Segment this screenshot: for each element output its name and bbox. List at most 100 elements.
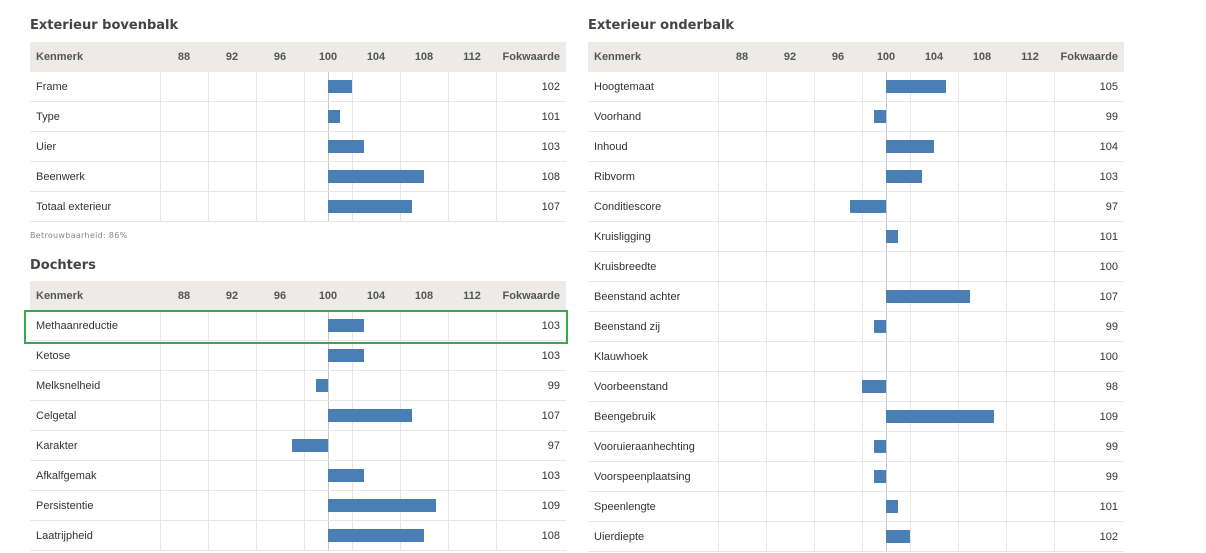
row-label: Voorhand bbox=[594, 111, 642, 123]
row-label: Afkalfgemak bbox=[36, 470, 97, 482]
row-value: 107 bbox=[541, 410, 560, 422]
tick-label: 92 bbox=[225, 290, 239, 302]
bar bbox=[316, 379, 328, 392]
bar bbox=[886, 500, 898, 513]
row-value: 108 bbox=[541, 530, 560, 542]
tick-label: 104 bbox=[366, 51, 386, 63]
table-row: Type 101 bbox=[30, 102, 566, 132]
table-row: Voorbeenstand 98 bbox=[588, 372, 1124, 402]
table-row: Kruisbreedte 100 bbox=[588, 252, 1124, 282]
table-row: Afkalfgemak 103 bbox=[30, 461, 566, 491]
table-row: Voorspeenplaatsing 99 bbox=[588, 462, 1124, 492]
bar bbox=[886, 170, 922, 183]
bar bbox=[874, 320, 886, 333]
row-label: Melksnelheid bbox=[36, 380, 101, 392]
tick-label: 104 bbox=[366, 290, 386, 302]
tick-label: 88 bbox=[177, 290, 191, 302]
table-header: Kenmerk 88 92 96 100 104 108 112 Fokwaarde bbox=[30, 281, 566, 311]
row-value: 101 bbox=[1099, 231, 1118, 243]
bar bbox=[328, 80, 352, 93]
bar bbox=[328, 349, 364, 362]
row-label: Uier bbox=[36, 141, 57, 153]
table-row: Ketose 103 bbox=[30, 341, 566, 371]
tick-label: 92 bbox=[783, 51, 797, 63]
row-label: Persistentie bbox=[36, 500, 94, 512]
tick-label: 96 bbox=[273, 290, 287, 302]
header-kenmerk: Kenmerk bbox=[594, 51, 642, 63]
row-label: Voorspeenplaatsing bbox=[594, 471, 691, 483]
tick-label: 100 bbox=[876, 51, 896, 63]
title-exterieur-onderbalk: Exterieur onderbalk bbox=[588, 18, 735, 33]
table-row: Melksnelheid 99 bbox=[30, 371, 566, 401]
tick-label: 108 bbox=[972, 51, 992, 63]
bar bbox=[862, 380, 886, 393]
row-label: Uierdiepte bbox=[594, 531, 645, 543]
row-value: 97 bbox=[1105, 201, 1118, 213]
header-kenmerk: Kenmerk bbox=[36, 290, 84, 302]
row-value: 109 bbox=[541, 500, 560, 512]
tick-label: 88 bbox=[735, 51, 749, 63]
table-row: Uier 103 bbox=[30, 132, 566, 162]
row-label: Totaal exterieur bbox=[36, 201, 112, 213]
header-fokwaarde: Fokwaarde bbox=[502, 290, 560, 302]
table-row: Laatrijpheid 108 bbox=[30, 521, 566, 551]
row-value: 97 bbox=[547, 440, 560, 452]
row-label: Karakter bbox=[36, 440, 78, 452]
tick-label: 96 bbox=[831, 51, 845, 63]
row-value: 99 bbox=[1105, 321, 1118, 333]
row-label: Beenstand zij bbox=[594, 321, 661, 333]
table-row: Beenstand achter 107 bbox=[588, 282, 1124, 312]
header-fokwaarde: Fokwaarde bbox=[502, 51, 560, 63]
header-kenmerk: Kenmerk bbox=[36, 51, 84, 63]
row-value: 108 bbox=[541, 171, 560, 183]
bar bbox=[886, 530, 910, 543]
bar bbox=[886, 230, 898, 243]
tick-label: 112 bbox=[1021, 51, 1039, 63]
row-label: Beengebruik bbox=[594, 411, 656, 423]
bar bbox=[886, 140, 934, 153]
table-row: Voorhand 99 bbox=[588, 102, 1124, 132]
bar bbox=[328, 469, 364, 482]
table-row: Persistentie 109 bbox=[30, 491, 566, 521]
row-label: Inhoud bbox=[594, 141, 628, 153]
bar bbox=[886, 410, 994, 423]
row-value: 105 bbox=[1099, 81, 1118, 93]
table-row: Conditiescore 97 bbox=[588, 192, 1124, 222]
row-label: Conditiescore bbox=[594, 201, 662, 213]
tick-label: 100 bbox=[318, 51, 338, 63]
bar bbox=[886, 80, 946, 93]
bar bbox=[874, 470, 886, 483]
bar bbox=[328, 110, 340, 123]
bar bbox=[328, 200, 412, 213]
row-label: Frame bbox=[36, 81, 68, 93]
table-exterieur-onderbalk: Kenmerk 88 92 96 100 104 108 112 Fokwaarde Hoogte… bbox=[588, 42, 1124, 552]
bar bbox=[328, 529, 424, 542]
table-row: Inhoud 104 bbox=[588, 132, 1124, 162]
row-value: 107 bbox=[541, 201, 560, 213]
row-label: Laatrijpheid bbox=[36, 530, 93, 542]
row-label: Beenstand achter bbox=[594, 291, 681, 303]
table-row: Ribvorm 103 bbox=[588, 162, 1124, 192]
bar bbox=[850, 200, 886, 213]
row-value: 103 bbox=[541, 320, 560, 332]
table-header: Kenmerk 88 92 96 100 104 108 112 Fokwaarde bbox=[30, 42, 566, 72]
row-value: 100 bbox=[1099, 351, 1118, 363]
table-row: Uierdiepte 102 bbox=[588, 522, 1124, 552]
table-row: Beenwerk 108 bbox=[30, 162, 566, 192]
row-value: 102 bbox=[541, 81, 560, 93]
row-value: 101 bbox=[1099, 501, 1118, 513]
bar bbox=[292, 439, 328, 452]
bar bbox=[328, 170, 424, 183]
reliability-note: Betrouwbaarheid: 86% bbox=[30, 231, 128, 240]
row-value: 109 bbox=[1099, 411, 1118, 423]
bar bbox=[328, 499, 436, 512]
row-label: Voorbeenstand bbox=[594, 381, 669, 393]
tick-label: 88 bbox=[177, 51, 191, 63]
table-row: Karakter 97 bbox=[30, 431, 566, 461]
row-label: Speenlengte bbox=[594, 501, 656, 513]
tick-label: 112 bbox=[463, 290, 481, 302]
row-label: Vooruieraanhechting bbox=[594, 441, 695, 453]
row-value: 102 bbox=[1099, 531, 1118, 543]
row-value: 99 bbox=[1105, 471, 1118, 483]
tick-label: 96 bbox=[273, 51, 287, 63]
